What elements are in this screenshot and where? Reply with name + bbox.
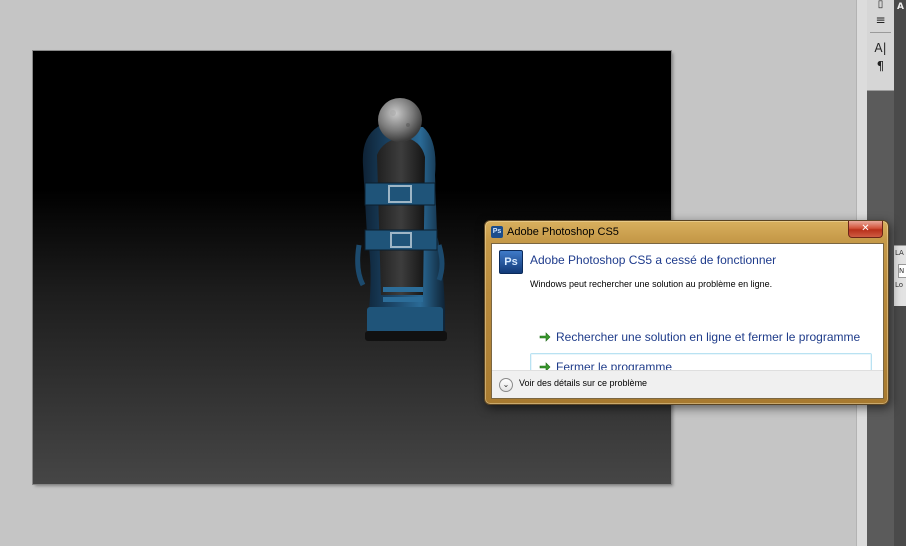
dialog-content-text: Windows peut rechercher une solution au … bbox=[530, 279, 773, 289]
clone-source-icon[interactable]: ≡ bbox=[867, 12, 894, 28]
blend-mode-field[interactable]: N bbox=[898, 264, 906, 278]
chevron-down-icon[interactable]: ⌄ bbox=[499, 378, 513, 392]
photoshop-small-icon: Ps bbox=[491, 226, 503, 238]
search-solution-command[interactable]: Rechercher une solution en ligne et ferm… bbox=[530, 323, 872, 351]
paragraph-icon[interactable]: ¶ bbox=[867, 57, 894, 75]
main-instruction: Adobe Photoshop CS5 a cessé de fonctionn… bbox=[530, 253, 777, 267]
crash-dialog: Ps Adobe Photoshop CS5 ✕ Ps Adobe Photos… bbox=[484, 220, 889, 405]
dialog-title: Adobe Photoshop CS5 bbox=[507, 226, 619, 238]
panel-tab-fragment[interactable]: LA bbox=[895, 249, 906, 257]
panel-title-fragment: A bbox=[897, 2, 904, 12]
character-icon[interactable]: A| bbox=[867, 39, 894, 57]
dialog-footer: ⌄ Voir des détails sur ce problème bbox=[492, 370, 883, 398]
close-button[interactable]: ✕ bbox=[848, 221, 883, 238]
boot-artwork bbox=[355, 98, 447, 341]
dock-divider bbox=[870, 32, 891, 33]
layer-comps-icon[interactable]: ▯ bbox=[867, 0, 894, 12]
panel-hint-fragment: Lo bbox=[895, 281, 904, 289]
green-arrow-icon bbox=[539, 332, 551, 342]
search-solution-label: Rechercher une solution en ligne et ferm… bbox=[556, 330, 861, 344]
photoshop-app-icon: Ps bbox=[499, 250, 523, 274]
dialog-body: Ps Adobe Photoshop CS5 a cessé de foncti… bbox=[491, 243, 884, 399]
show-details-link[interactable]: Voir des détails sur ce problème bbox=[519, 378, 647, 388]
collapsed-panel-icons: ▯ ≡ A| ¶ bbox=[867, 0, 895, 91]
